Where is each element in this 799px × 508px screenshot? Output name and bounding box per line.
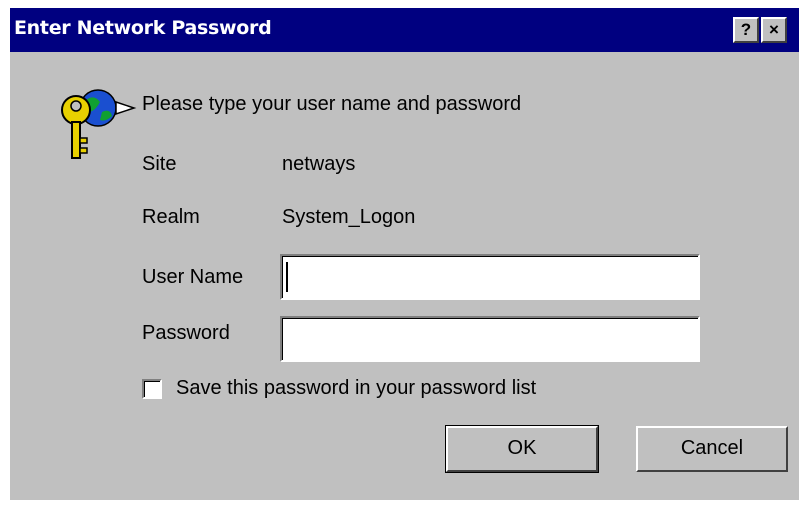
realm-label: Realm: [142, 206, 200, 228]
username-input[interactable]: [282, 256, 698, 298]
prompt-text: Please type your user name and password: [142, 93, 522, 115]
save-password-label[interactable]: Save this password in your password list: [176, 377, 536, 400]
username-label: User Name: [142, 266, 244, 288]
realm-value: System_Logon: [282, 206, 416, 228]
ok-button-label: OK: [507, 437, 537, 459]
password-field[interactable]: [280, 316, 700, 362]
username-field[interactable]: [280, 254, 700, 300]
save-password-checkbox[interactable]: [142, 379, 162, 399]
text-caret: [286, 262, 288, 292]
site-value: netways: [282, 153, 356, 175]
network-password-dialog: Enter Network Password ? × Please type y…: [10, 8, 799, 500]
key-globe-icon: [61, 89, 137, 159]
title-bar[interactable]: Enter Network Password ? ×: [10, 8, 799, 52]
password-label: Password: [142, 322, 230, 344]
close-button[interactable]: ×: [761, 17, 787, 43]
cancel-button-label: Cancel: [680, 437, 744, 459]
password-input[interactable]: [282, 318, 698, 360]
ok-button[interactable]: OK: [445, 425, 599, 473]
help-button[interactable]: ?: [733, 17, 759, 43]
site-label: Site: [142, 153, 177, 175]
key-icon: [61, 95, 91, 159]
dialog-title: Enter Network Password: [14, 17, 272, 39]
cancel-button[interactable]: Cancel: [636, 426, 788, 472]
